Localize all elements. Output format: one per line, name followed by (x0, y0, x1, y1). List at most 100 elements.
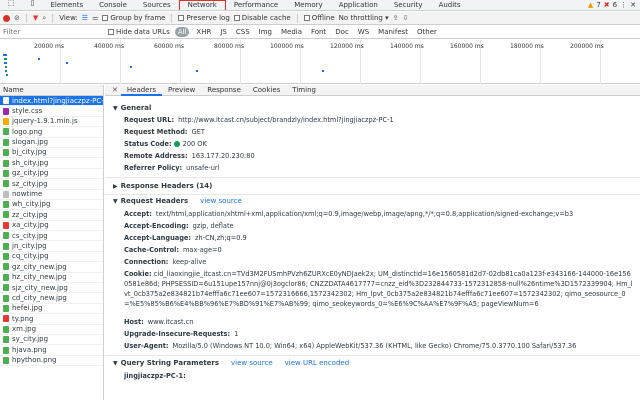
request-row[interactable]: hpython.png (0, 356, 103, 367)
filter-type-xhr[interactable]: XHR (194, 27, 213, 37)
more-menu-icon[interactable]: ⋮ (620, 1, 627, 9)
general-section-header[interactable]: ▼ General (113, 104, 151, 112)
request-name: cq_city.jpg (12, 252, 49, 261)
tab-application[interactable]: Application (331, 0, 386, 10)
warning-icon: ▲ (587, 0, 594, 9)
large-rows-icon[interactable]: ☰ (82, 14, 88, 22)
tab-cookies[interactable]: Cookies (247, 85, 286, 96)
checkbox-icon[interactable] (108, 29, 114, 35)
throttling-select[interactable]: No throttling ▾ (339, 14, 389, 22)
hide-data-urls-option[interactable]: Hide data URLs (108, 28, 170, 36)
request-row[interactable]: sjz_city_new.jpg (0, 283, 103, 294)
name-column-header[interactable]: Name (0, 85, 103, 96)
view-url-encoded-link[interactable]: view URL encoded (285, 359, 350, 367)
request-row[interactable]: nowtime (0, 190, 103, 200)
tab-timing[interactable]: Timing (286, 85, 322, 96)
request-row[interactable]: zz_city.jpg (0, 210, 103, 221)
request-headers-section-header[interactable]: ▼ Request Headers view source (113, 197, 242, 205)
view-source-link[interactable]: view source (231, 359, 273, 367)
tab-performance[interactable]: Performance (226, 0, 286, 10)
request-row[interactable]: style.css (0, 106, 103, 117)
filter-type-img[interactable]: Img (257, 27, 274, 37)
view-source-link[interactable]: view source (200, 197, 242, 205)
tab-console[interactable]: Console (91, 0, 135, 10)
tab-preview[interactable]: Preview (162, 85, 201, 96)
import-har-icon[interactable]: ⇪ (393, 14, 399, 22)
disable-cache-option[interactable]: Disable cache (233, 14, 291, 22)
request-row[interactable]: sh_city.jpg (0, 158, 103, 169)
filter-type-css[interactable]: CSS (234, 27, 252, 37)
triangle-right-icon: ▶ (113, 183, 118, 190)
request-row[interactable]: gz_city_new.jpg (0, 262, 103, 273)
request-row[interactable]: xa_city.jpg (0, 221, 103, 232)
tab-sources[interactable]: Sources (135, 0, 179, 10)
image-file-icon (3, 211, 9, 219)
filter-type-ws[interactable]: WS (356, 27, 371, 37)
checkbox-icon[interactable] (233, 15, 240, 21)
checkbox-icon[interactable] (102, 15, 109, 21)
checkbox-icon[interactable] (178, 15, 185, 21)
close-devtools-icon[interactable]: ✕ (630, 1, 636, 9)
filter-type-doc[interactable]: Doc (333, 27, 351, 37)
request-row[interactable]: hefei.jpg (0, 304, 103, 315)
filter-input[interactable] (3, 27, 103, 37)
request-row[interactable]: jn_city.jpg (0, 241, 103, 252)
checkbox-icon[interactable] (303, 15, 310, 21)
request-row[interactable]: sz_city.jpg (0, 179, 103, 190)
section-title: Request Headers (120, 197, 189, 205)
tab-network[interactable]: Network (178, 0, 226, 10)
request-row[interactable]: wh_city.jpg (0, 200, 103, 211)
filter-type-all[interactable]: All (174, 27, 190, 37)
request-row[interactable]: bj_city.jpg (0, 148, 103, 159)
request-row[interactable]: ty.png (0, 314, 103, 325)
preserve-log-option[interactable]: Preserve log (178, 14, 230, 22)
filter-type-font[interactable]: Font (309, 27, 328, 37)
tab-audits[interactable]: Audits (431, 0, 469, 10)
filter-type-other[interactable]: Other (415, 27, 439, 37)
query-string-section-header[interactable]: ▼ Query String Parameters view source view … (113, 359, 349, 367)
request-name: cs_city.jpg (12, 231, 48, 240)
request-row[interactable]: cd_city_new.jpg (0, 293, 103, 304)
export-har-icon[interactable]: ⇩ (402, 14, 408, 22)
request-row[interactable]: logo.png (0, 127, 103, 138)
record-icon[interactable] (3, 14, 10, 22)
details-tab-bar: ✕ Headers Preview Response Cookies Timin… (105, 85, 640, 96)
response-headers-section-header[interactable]: ▶ Response Headers (14) (113, 182, 212, 190)
request-row[interactable]: hz_city_new.jpg (0, 273, 103, 284)
filter-type-js[interactable]: JS (218, 27, 229, 37)
header-key: Upgrade-Insecure-Requests: (124, 330, 231, 338)
close-icon[interactable]: ✕ (109, 86, 121, 94)
tab-security[interactable]: Security (386, 0, 431, 10)
tab-response[interactable]: Response (201, 85, 247, 96)
header-value: cid_liaoxingjie_itcast.cn=TVd3M2FUSmhPVz… (124, 270, 633, 308)
image-file-icon (3, 201, 9, 209)
offline-option[interactable]: Offline (303, 14, 335, 22)
filter-type-media[interactable]: Media (279, 27, 304, 37)
upgrade-insecure-requests-row: Upgrade-Insecure-Requests: 1 (124, 330, 238, 339)
request-row[interactable]: xm.jpg (0, 325, 103, 335)
header-value: gzip, deflate (192, 222, 234, 230)
issue-counters[interactable]: ▲ 7 ✖ 6 ⋮ ✕ (588, 1, 640, 9)
filter-icon[interactable]: ▼ (33, 14, 38, 22)
timeline-tick: 160000 ms (450, 43, 484, 50)
filter-type-manifest[interactable]: Manifest (376, 27, 410, 37)
clear-icon[interactable]: ⊘ (14, 14, 20, 22)
tab-elements[interactable]: Elements (42, 0, 91, 10)
inspect-element-icon[interactable]: ⬚ (0, 0, 23, 10)
request-row[interactable]: cs_city.jpg (0, 231, 103, 242)
overview-icon[interactable]: ⚌ (92, 14, 98, 22)
device-toolbar-icon[interactable]: ▯ (23, 0, 43, 10)
request-row[interactable]: cq_city.jpg (0, 252, 103, 263)
tab-headers[interactable]: Headers (120, 85, 163, 96)
request-row[interactable]: gz_city.jpg (0, 169, 103, 180)
request-row[interactable]: sy_city.jpg (0, 335, 103, 346)
tab-memory[interactable]: Memory (286, 0, 330, 10)
header-value: unsafe-url (186, 164, 220, 172)
request-row[interactable]: jquery-1.9.1.min.js (0, 117, 103, 128)
search-icon[interactable]: ⌕ (42, 14, 46, 22)
request-row[interactable]: slogan.jpg (0, 138, 103, 148)
request-row[interactable]: index.html?jingjiaczpz-PC-1 (0, 96, 103, 107)
request-row[interactable]: hjava.png (0, 345, 103, 356)
group-by-frame-option[interactable]: Group by frame (102, 14, 165, 22)
timeline-overview[interactable]: 20000 ms 40000 ms 60000 ms 80000 ms 1000… (0, 40, 640, 84)
